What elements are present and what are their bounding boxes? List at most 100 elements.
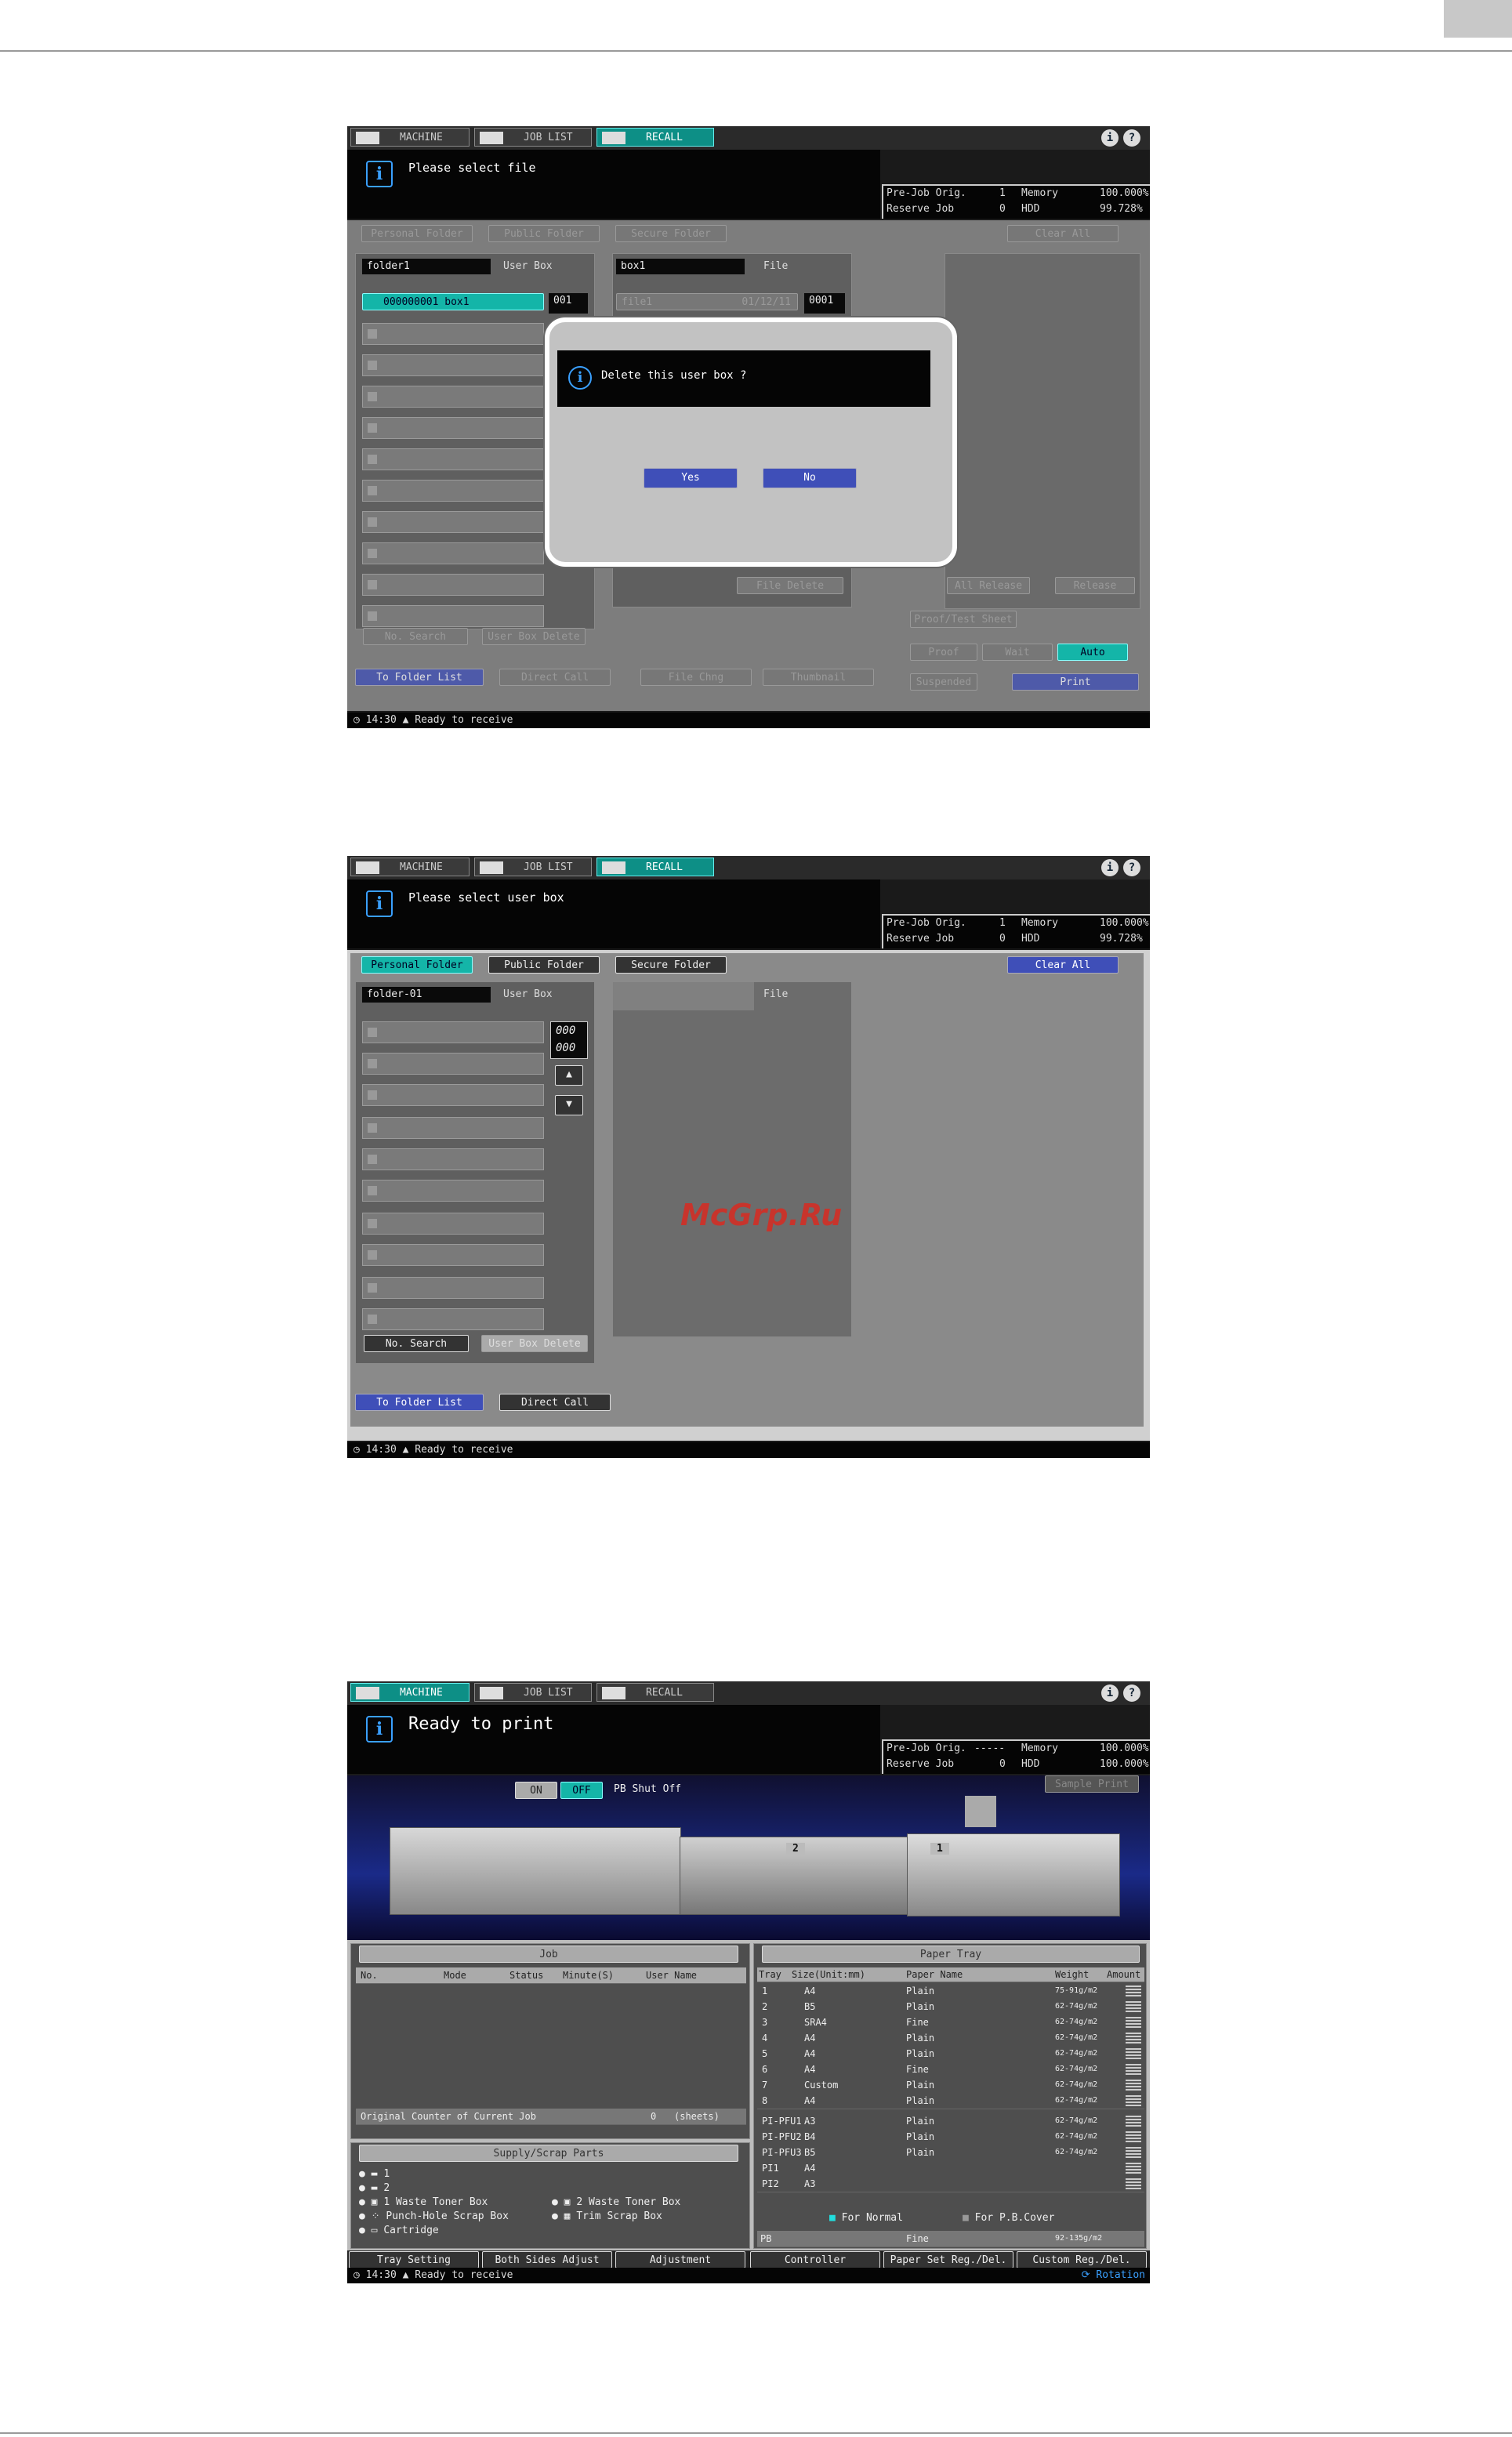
tab-recall[interactable]: RECALL: [596, 1683, 714, 1702]
tray-cell-weight: 62-74g/m2: [1055, 2096, 1098, 2105]
to-folder-list-button[interactable]: To Folder List: [355, 669, 484, 686]
amount-gauge-icon: [1126, 2178, 1141, 2189]
adjustment-button[interactable]: Adjustment: [615, 2251, 745, 2268]
file-delete-button[interactable]: File Delete: [737, 577, 843, 594]
help-icon[interactable]: ?: [1123, 1685, 1140, 1702]
pb-row[interactable]: PB Fine 92-135g/m2: [757, 2231, 1144, 2247]
user-box-row[interactable]: [362, 511, 544, 533]
all-release-button[interactable]: All Release: [947, 577, 1030, 594]
pb-shutoff-on-button[interactable]: ON: [515, 1782, 557, 1799]
secure-folder-button[interactable]: Secure Folder: [615, 225, 727, 242]
number-search-button[interactable]: No. Search: [363, 628, 468, 645]
suspended-button[interactable]: Suspended: [910, 673, 977, 691]
tab-job-list[interactable]: JOB LIST: [474, 1683, 592, 1702]
print-button[interactable]: Print: [1012, 673, 1139, 691]
user-box-row[interactable]: [362, 1213, 544, 1235]
file-row[interactable]: file1 01/12/11: [616, 293, 798, 310]
number-search-button[interactable]: No. Search: [364, 1335, 469, 1352]
tab-recall[interactable]: RECALL: [596, 858, 714, 876]
user-box-delete-button[interactable]: User Box Delete: [481, 1335, 588, 1352]
clear-all-button[interactable]: Clear All: [1007, 956, 1119, 974]
scroll-down-icon[interactable]: ▼: [555, 1095, 583, 1115]
user-box-row-selected[interactable]: 000000001 box1: [362, 293, 544, 310]
paper-set-reg-button[interactable]: Paper Set Reg./Del.: [883, 2251, 1013, 2268]
personal-folder-button[interactable]: Personal Folder: [361, 956, 473, 974]
tray-cell-tray: PI1: [762, 2163, 779, 2174]
user-box-row[interactable]: [362, 1180, 544, 1202]
tray-row[interactable]: PI1 A4: [757, 2160, 1144, 2177]
scroll-up-icon[interactable]: ▲: [555, 1065, 583, 1086]
tray-row[interactable]: 4 A4 Plain 62-74g/m2: [757, 2030, 1144, 2047]
guidance-icon[interactable]: i: [1101, 129, 1119, 147]
tray-row[interactable]: PI-PFU3 B5 Plain 62-74g/m2: [757, 2145, 1144, 2161]
to-folder-list-button[interactable]: To Folder List: [355, 1394, 484, 1411]
tray-row[interactable]: 3 SRA4 Fine 62-74g/m2: [757, 2015, 1144, 2031]
tab-machine[interactable]: MACHINE: [350, 1683, 470, 1702]
tab-job-list[interactable]: JOB LIST: [474, 128, 592, 147]
tray-setting-button[interactable]: Tray Setting: [349, 2251, 479, 2268]
direct-call-button[interactable]: Direct Call: [499, 669, 611, 686]
tray-row[interactable]: PI-PFU1 A3 Plain 62-74g/m2: [757, 2113, 1144, 2130]
release-button[interactable]: Release: [1055, 577, 1135, 594]
user-box-row[interactable]: [362, 386, 544, 408]
tray-row[interactable]: 7 Custom Plain 62-74g/m2: [757, 2077, 1144, 2094]
user-box-row[interactable]: [362, 448, 544, 470]
user-box-delete-button[interactable]: User Box Delete: [482, 628, 586, 645]
delete-confirm-dialog: i Delete this user box ? Yes No: [545, 317, 957, 567]
user-box-row[interactable]: [362, 323, 544, 345]
user-box-row[interactable]: [362, 1308, 544, 1330]
tab-job-list[interactable]: JOB LIST: [474, 858, 592, 876]
both-sides-adjust-button[interactable]: Both Sides Adjust: [482, 2251, 612, 2268]
tray-cell-size: A4: [804, 2163, 816, 2174]
pb-shutoff-off-button[interactable]: OFF: [560, 1782, 603, 1799]
user-box-row[interactable]: [362, 1244, 544, 1266]
user-box-row[interactable]: [362, 354, 544, 376]
tray-row[interactable]: 5 A4 Plain 62-74g/m2: [757, 2046, 1144, 2062]
clear-all-button[interactable]: Clear All: [1007, 225, 1119, 242]
wait-button[interactable]: Wait: [982, 644, 1053, 661]
tray-row[interactable]: 2 B5 Plain 62-74g/m2: [757, 1999, 1144, 2015]
user-box-row[interactable]: [362, 574, 544, 596]
guidance-icon[interactable]: i: [1101, 1685, 1119, 1702]
public-folder-button[interactable]: Public Folder: [488, 956, 600, 974]
controller-button[interactable]: Controller: [750, 2251, 880, 2268]
proof-button[interactable]: Proof: [910, 644, 977, 661]
user-box-row[interactable]: [362, 1053, 544, 1075]
user-box-row[interactable]: [362, 542, 544, 564]
tray-row[interactable]: 6 A4 Fine 62-74g/m2: [757, 2062, 1144, 2078]
tray-row[interactable]: 8 A4 Plain 62-74g/m2: [757, 2093, 1144, 2109]
user-box-row[interactable]: [362, 1117, 544, 1139]
auto-button[interactable]: Auto: [1057, 644, 1128, 661]
public-folder-button[interactable]: Public Folder: [488, 225, 600, 242]
clock-icon: ◷: [354, 2269, 360, 2281]
unit-label-2: 2: [786, 1843, 805, 1855]
tab-machine[interactable]: MACHINE: [350, 128, 470, 147]
user-box-row[interactable]: [362, 480, 544, 502]
proof-test-sheet-button[interactable]: Proof/Test Sheet: [910, 611, 1017, 628]
tray-row[interactable]: 1 A4 Plain 75-91g/m2: [757, 1983, 1144, 2000]
help-icon[interactable]: ?: [1123, 129, 1140, 147]
secure-folder-button[interactable]: Secure Folder: [615, 956, 727, 974]
file-change-button[interactable]: File Chng: [640, 669, 752, 686]
custom-reg-button[interactable]: Custom Reg./Del.: [1017, 2251, 1147, 2268]
list-icon: [480, 861, 503, 874]
thumbnail-button[interactable]: Thumbnail: [763, 669, 874, 686]
user-box-row[interactable]: [362, 1277, 544, 1299]
no-button[interactable]: No: [763, 468, 857, 488]
sample-print-button[interactable]: Sample Print: [1045, 1775, 1139, 1793]
tab-machine[interactable]: MACHINE: [350, 858, 470, 876]
tray-cell-tray: 5: [762, 2048, 768, 2059]
personal-folder-button[interactable]: Personal Folder: [361, 225, 473, 242]
user-box-row[interactable]: [362, 1021, 544, 1043]
tab-recall[interactable]: RECALL: [596, 128, 714, 147]
tray-row[interactable]: PI-PFU2 B4 Plain 62-74g/m2: [757, 2129, 1144, 2145]
user-box-row[interactable]: [362, 605, 544, 627]
guidance-icon[interactable]: i: [1101, 859, 1119, 876]
help-icon[interactable]: ?: [1123, 859, 1140, 876]
user-box-row[interactable]: [362, 417, 544, 439]
user-box-row[interactable]: [362, 1084, 544, 1106]
direct-call-button[interactable]: Direct Call: [499, 1394, 611, 1411]
user-box-row[interactable]: [362, 1148, 544, 1170]
yes-button[interactable]: Yes: [644, 468, 738, 488]
tray-row[interactable]: PI2 A3: [757, 2176, 1144, 2192]
